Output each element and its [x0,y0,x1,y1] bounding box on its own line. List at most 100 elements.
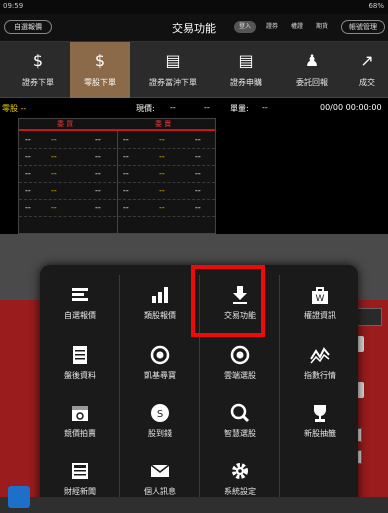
menu-item-ipo-lottery[interactable]: 新股抽籤 [285,391,355,443]
volume-label: 單量: [230,104,249,113]
table-row: -- -- -- -- -- -- [19,183,215,200]
menu-item-label: 凱基尋寶 [144,371,176,380]
list-edit-icon [72,288,88,301]
price-value: -- [170,103,176,112]
cell: -- [25,135,31,144]
table-row: -- -- -- -- -- -- [19,132,215,149]
trade-toolbar: $ 證券下單 $ 零股下單 ▤ 證券當沖下單 ▤ 證券申購 ♟ 委託回報 ↗ 成… [0,42,388,98]
menu-item-label: 智慧選股 [224,429,256,438]
cell: -- [123,169,129,178]
stock-coin-icon: S [151,404,169,422]
cell: -- [195,152,201,161]
status-time: 09:59 [3,2,24,10]
menu-item-smart-screener[interactable]: 智慧選股 [205,391,275,443]
menu-item-auction[interactable]: 競價拍賣 [45,391,115,443]
menu-item-label: 指數行情 [304,371,336,380]
menu-item-label: 競價拍賣 [64,429,96,438]
cell: -- [51,152,57,161]
toolbar-label: 零股下單 [84,78,116,87]
person-icon: ♟ [304,51,320,70]
cell: -- [51,203,57,212]
divider [119,275,120,505]
menu-item-after-hours-data[interactable]: 盤後資料 [45,333,115,385]
menu-item-label: 雲端選股 [224,371,256,380]
account-manage-button[interactable]: 帳號管理 [341,20,385,34]
target-icon [150,345,170,365]
cell: -- [195,169,201,178]
line-chart-icon [310,347,330,364]
app-grid-icon[interactable] [8,486,30,508]
tab-warrants[interactable]: 權證 [286,21,308,33]
cell: -- [95,169,101,178]
toolbar-label: 證券申購 [230,78,262,87]
menu-item-sector-quotes[interactable]: 類股報價 [125,273,195,325]
notebook-icon: ▤ [165,51,181,70]
menu-item-label: 自選報價 [64,311,96,320]
watchlist-button[interactable]: 自選報價 [4,20,52,34]
table-row: -- -- -- -- -- -- [19,200,215,217]
bar-chart-icon [152,287,168,303]
menu-item-stock-money[interactable]: S 股到錢 [125,391,195,443]
menu-item-label: 盤後資料 [64,371,96,380]
dollar-icon: $ [32,51,44,70]
toolbar-fills[interactable]: ↗ 成交 [346,42,388,98]
menu-item-cloud-screener[interactable]: 雲端選股 [205,333,275,385]
svg-text:S: S [157,409,163,420]
menu-item-treasure-hunt[interactable]: 凱基尋寶 [125,333,195,385]
table-row: -- -- -- -- -- -- [19,149,215,166]
menu-item-label: 權證資訊 [304,311,336,320]
menu-item-label: 個人訊息 [144,487,176,496]
cell: -- [159,135,165,144]
notebook-icon: ▤ [238,51,254,70]
menu-item-system-settings[interactable]: 系統設定 [205,449,275,501]
cell: -- [51,169,57,178]
cell: -- [25,203,31,212]
menu-item-warrant-info[interactable]: W 權證資訊 [285,273,355,325]
cell: -- [95,135,101,144]
quote-datetime: 00/00 00:00:00 [320,103,382,112]
cell: -- [51,135,57,144]
tab-futures[interactable]: 期貨 [311,21,333,33]
toolbar-order-report[interactable]: ♟ 委託回報 [282,42,342,98]
gear-icon [232,463,248,479]
divider [279,275,280,505]
toolbar-label: 委託回報 [296,78,328,87]
bottom-bar [0,497,388,513]
toolbar-label: 證券下單 [22,78,54,87]
menu-item-personal-messages[interactable]: 個人訊息 [125,449,195,501]
magnifier-icon [230,403,250,423]
cell: -- [159,169,165,178]
price-label: 現價: [136,104,155,113]
header-bar: 自選報價 交易功能 登入 證券 權證 期貨 帳號管理 [0,14,388,42]
table-row: -- -- -- -- -- -- [19,166,215,183]
menu-item-label: 股到錢 [148,429,172,438]
menu-item-financial-news[interactable]: 財經新聞 [45,449,115,501]
cell: -- [195,135,201,144]
ask-header: 委 賣 [155,120,172,128]
toolbar-daytrade-order[interactable]: ▤ 證券當沖下單 [136,42,210,98]
tab-login[interactable]: 登入 [234,21,256,33]
change-value: -- [204,103,210,112]
toolbar-odd-lot-order[interactable]: $ 零股下單 [70,42,130,98]
toolbar-securities-order[interactable]: $ 證券下單 [8,42,68,98]
menu-item-label: 財經新聞 [64,487,96,496]
page-title: 交易功能 [172,22,216,35]
volume-value: -- [262,103,268,112]
menu-item-index-quotes[interactable]: 指數行情 [285,333,355,385]
cell: -- [159,186,165,195]
cell: -- [51,186,57,195]
trophy-icon [314,405,326,422]
chart-icon: ↗ [360,51,374,70]
target-icon [230,345,250,365]
cell: -- [25,186,31,195]
cell: -- [95,203,101,212]
quote-bar: 零股 -- 現價: -- -- 單量: -- 00/00 00:00:00 [0,98,388,118]
cell: -- [159,152,165,161]
tab-securities[interactable]: 證券 [261,21,283,33]
toolbar-label: 證券當沖下單 [149,78,197,87]
dollar-icon: $ [94,51,106,70]
toolbar-ipo-subscribe[interactable]: ▤ 證券申購 [216,42,276,98]
stock-symbol: 零股 -- [2,104,27,113]
menu-item-watchlist[interactable]: 自選報價 [45,273,115,325]
cell: -- [123,152,129,161]
